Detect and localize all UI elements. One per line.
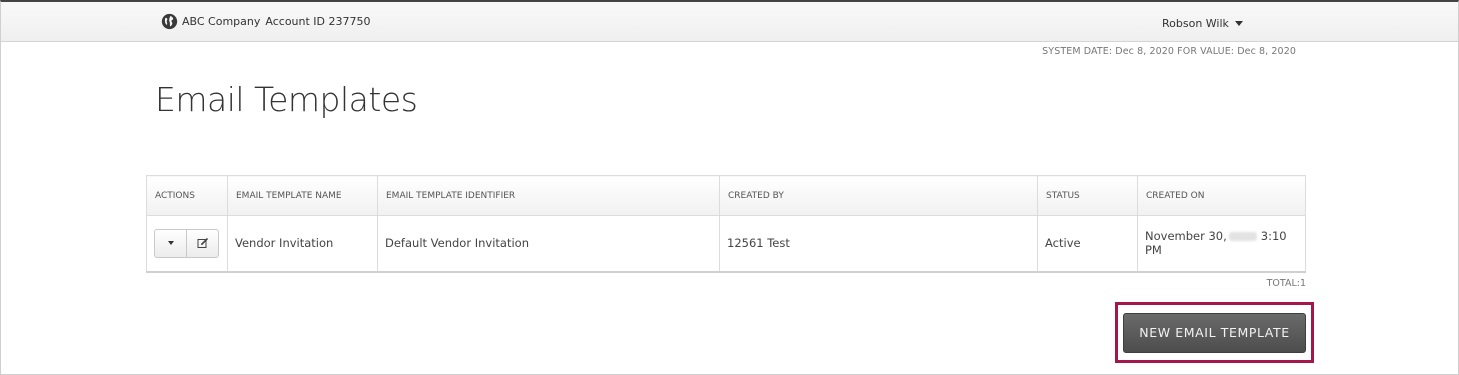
table-header-row: ACTIONS EMAIL TEMPLATE NAME EMAIL TEMPLA…: [146, 175, 1306, 216]
cell-created-on: November 30, 3:10 PM: [1137, 215, 1306, 273]
total-count: TOTAL:1: [1266, 278, 1306, 289]
row-actions: [154, 228, 219, 258]
column-header-template-identifier[interactable]: EMAIL TEMPLATE IDENTIFIER: [377, 175, 720, 216]
cell-template-name: Vendor Invitation: [227, 215, 378, 273]
column-header-status[interactable]: STATUS: [1037, 175, 1138, 216]
created-on-date: November 30,: [1145, 229, 1227, 244]
globe-icon: [161, 13, 178, 30]
system-date: SYSTEM DATE: Dec 8, 2020 FOR VALUE: Dec …: [1042, 46, 1296, 57]
column-header-created-by[interactable]: CREATED BY: [719, 175, 1038, 216]
account-id: Account ID 237750: [265, 15, 371, 28]
user-menu[interactable]: Robson Wilk: [1162, 17, 1243, 30]
column-header-created-on[interactable]: CREATED ON: [1137, 175, 1306, 216]
table-row: Vendor Invitation Default Vendor Invitat…: [146, 215, 1306, 273]
user-name: Robson Wilk: [1162, 17, 1229, 30]
redacted-year: [1228, 232, 1257, 242]
company-info: ABC Company Account ID 237750: [161, 13, 371, 30]
email-templates-table: ACTIONS EMAIL TEMPLATE NAME EMAIL TEMPLA…: [146, 175, 1306, 273]
chevron-down-icon: [1234, 21, 1243, 26]
column-header-actions: ACTIONS: [146, 175, 228, 216]
top-bar: ABC Company Account ID 237750 Robson Wil…: [1, 2, 1458, 42]
company-name: ABC Company: [182, 15, 261, 28]
column-header-template-name[interactable]: EMAIL TEMPLATE NAME: [227, 175, 378, 216]
dropdown-caret-icon: [167, 241, 174, 246]
actions-cell: [146, 215, 228, 273]
edit-icon: [197, 238, 208, 249]
edit-button[interactable]: [186, 229, 218, 257]
cell-template-identifier: Default Vendor Invitation: [377, 215, 720, 273]
page-title: Email Templates: [155, 80, 418, 119]
row-actions-dropdown-button[interactable]: [155, 230, 186, 257]
cell-created-by: 12561 Test: [719, 215, 1038, 273]
new-email-template-button[interactable]: NEW EMAIL TEMPLATE: [1123, 313, 1306, 353]
cell-status: Active: [1037, 215, 1138, 273]
